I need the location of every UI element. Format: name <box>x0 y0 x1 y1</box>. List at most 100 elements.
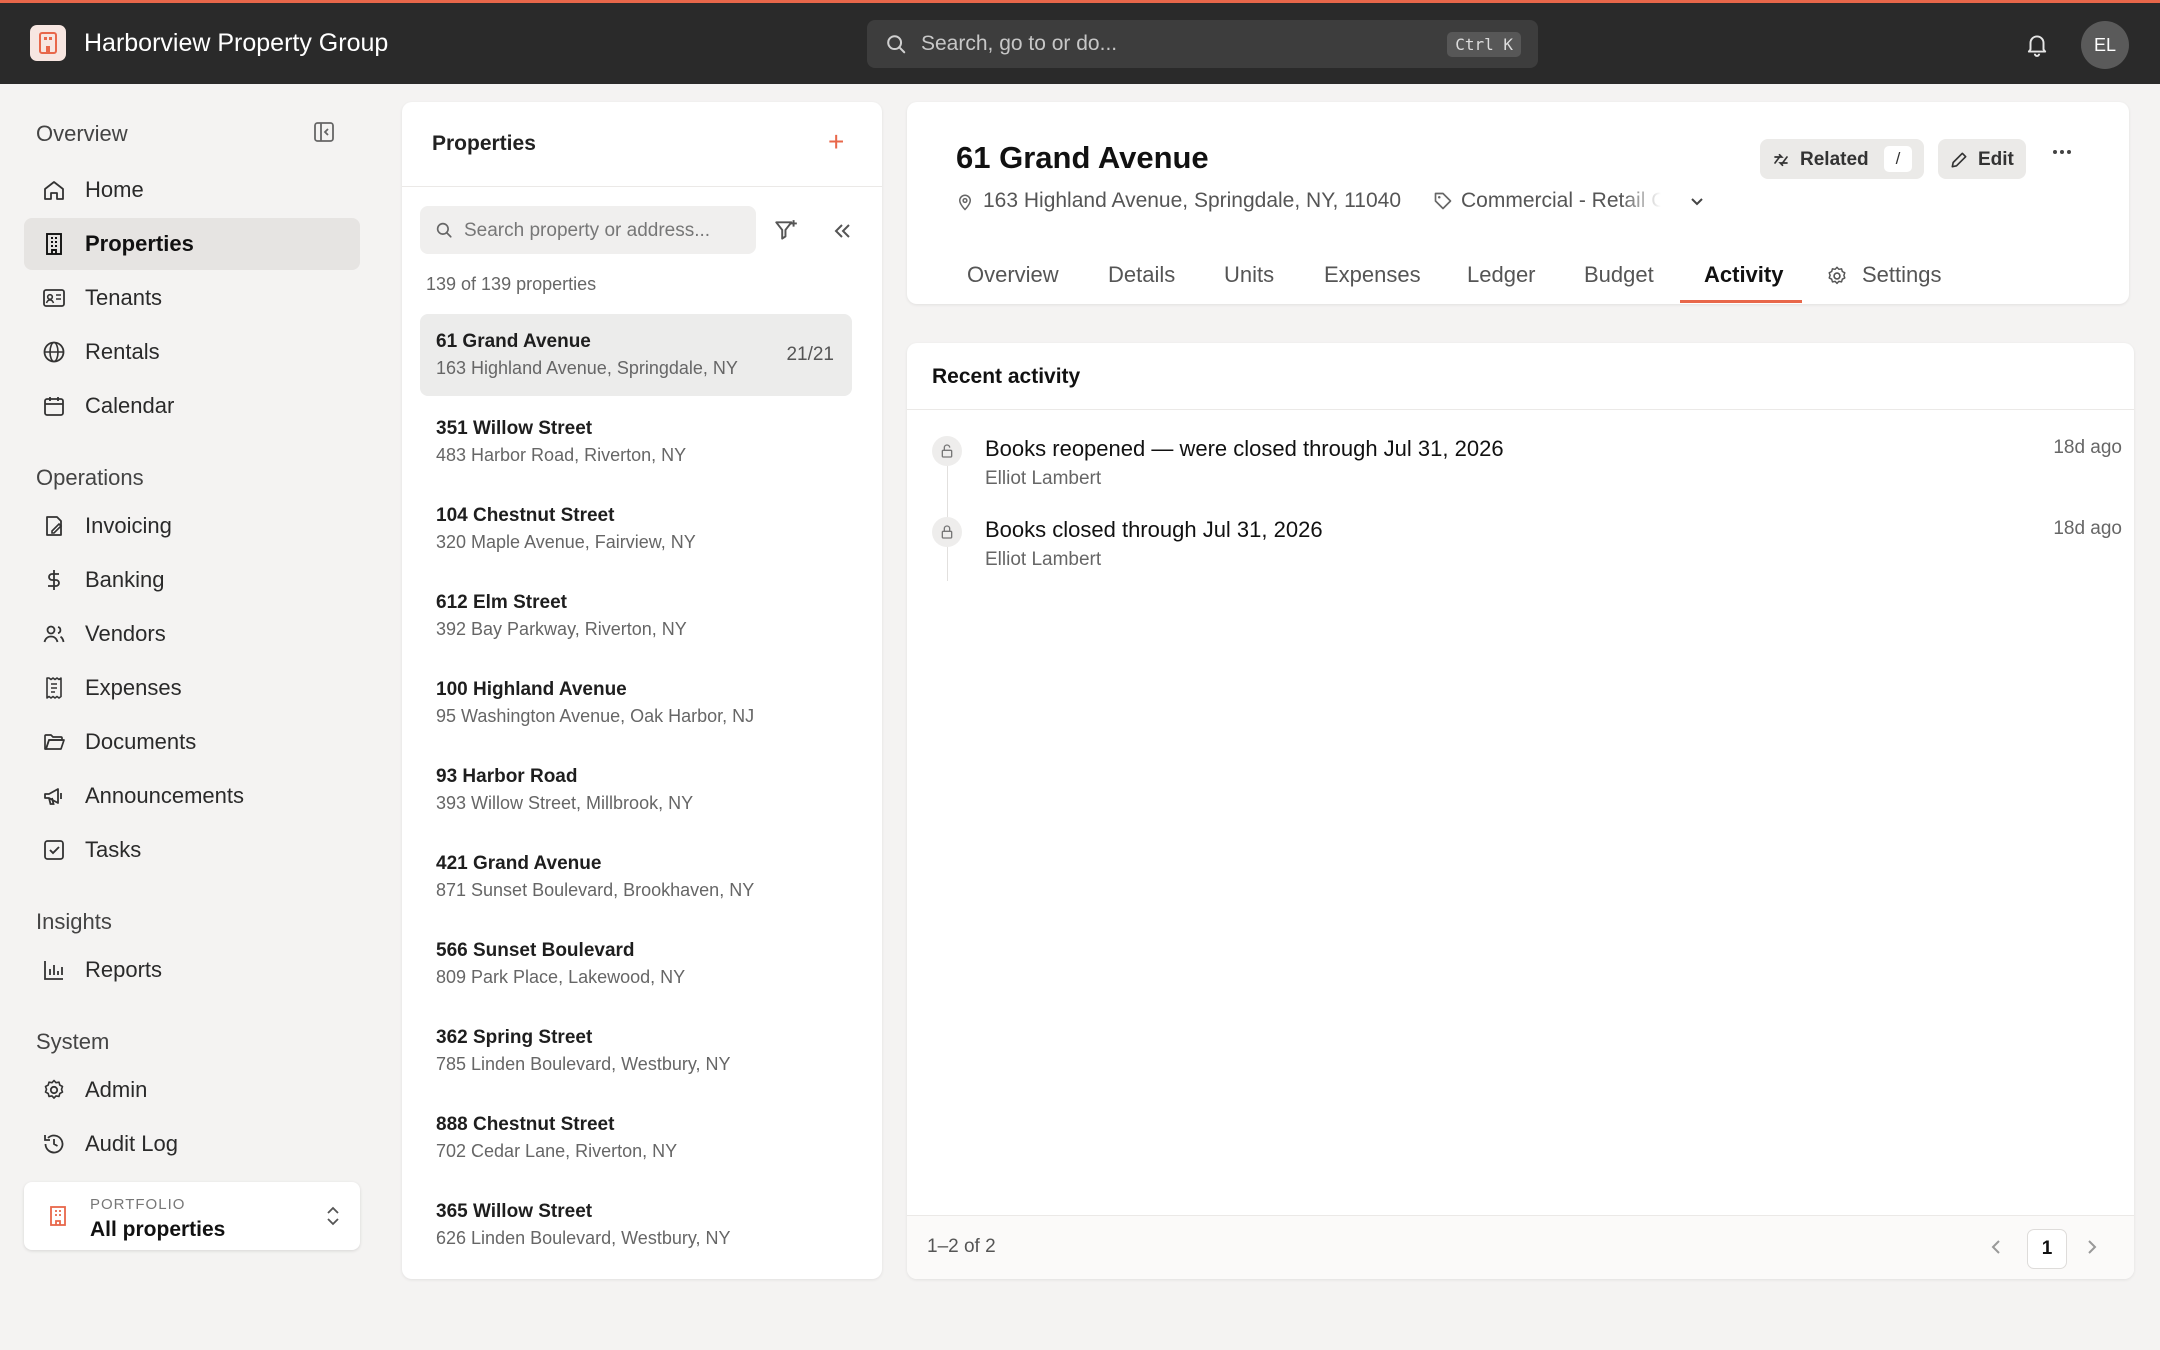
add-property-button[interactable]: + <box>828 128 844 156</box>
property-list-item[interactable]: 104 Chestnut Street 320 Maple Avenue, Fa… <box>420 488 852 570</box>
sidebar-item-home[interactable]: Home <box>24 164 360 216</box>
activity-title: Recent activity <box>932 365 1081 388</box>
property-units: 21/21 <box>786 344 834 365</box>
property-list-item[interactable]: 93 Harbor Road 393 Willow Street, Millbr… <box>420 749 852 831</box>
activity-entry: Books closed through Jul 31, 2026 Elliot… <box>932 517 2122 577</box>
building-icon <box>50 1206 66 1226</box>
property-name: 61 Grand Avenue <box>436 331 591 352</box>
sidebar-item-rentals[interactable]: Rentals <box>24 326 360 378</box>
gear-icon <box>44 1079 64 1099</box>
sidebar-item-label: Audit Log <box>85 1131 178 1156</box>
sidebar-item-label: Announcements <box>85 783 244 808</box>
property-address: 483 Harbor Road, Riverton, NY <box>436 445 687 465</box>
checkbox-icon <box>44 840 64 860</box>
pencil-icon <box>1951 152 1967 168</box>
property-address: 871 Sunset Boulevard, Brookhaven, NY <box>436 880 755 900</box>
property-list-item[interactable]: 100 Highland Avenue 95 Washington Avenue… <box>420 662 852 744</box>
search-shortcut: Ctrl K <box>1447 32 1521 57</box>
sidebar-item-announcements[interactable]: Announcements <box>24 770 360 822</box>
chevron-right-icon[interactable] <box>2085 1238 2099 1256</box>
filter-icon[interactable] <box>773 218 799 244</box>
property-address: 785 Linden Boulevard, Westbury, NY <box>436 1054 731 1074</box>
chevron-up-down-icon <box>327 1206 339 1226</box>
property-search-input[interactable]: Search property or address... <box>420 206 756 254</box>
sidebar-item-tasks[interactable]: Tasks <box>24 824 360 876</box>
folder-icon <box>44 734 65 750</box>
properties-title: Properties <box>432 132 536 155</box>
search-placeholder: Search, go to or do... <box>921 32 1118 55</box>
page-title: 61 Grand Avenue <box>956 140 1209 175</box>
property-list-item[interactable]: 421 Grand Avenue 871 Sunset Boulevard, B… <box>420 836 852 918</box>
sidebar-item-reports[interactable]: Reports <box>24 944 360 996</box>
top-bar: Harborview Property Group Search, go to … <box>0 3 2160 84</box>
logo-icon[interactable] <box>30 25 66 61</box>
tab-activity[interactable]: Activity <box>1704 262 1783 288</box>
avatar[interactable]: EL <box>2081 21 2129 69</box>
sidebar-item-label: Vendors <box>85 621 166 646</box>
sidebar-item-calendar[interactable]: Calendar <box>24 380 360 432</box>
sidebar-item-audit-log[interactable]: Audit Log <box>24 1118 360 1170</box>
portfolio-selector[interactable]: PORTFOLIO All properties <box>24 1182 360 1250</box>
tab-overview[interactable]: Overview <box>967 262 1059 288</box>
property-list-item[interactable]: 362 Spring Street 785 Linden Boulevard, … <box>420 1010 852 1092</box>
portfolio-caption: PORTFOLIO <box>90 1196 186 1213</box>
sidebar: Overview Home Properties Tenants Rentals… <box>0 84 385 1350</box>
property-address: 626 Linden Boulevard, Westbury, NY <box>436 1228 731 1248</box>
tab-units[interactable]: Units <box>1224 262 1274 288</box>
sidebar-item-admin[interactable]: Admin <box>24 1064 360 1116</box>
sidebar-item-tenants[interactable]: Tenants <box>24 272 360 324</box>
tab-expenses[interactable]: Expenses <box>1324 262 1421 288</box>
property-name: 612 Elm Street <box>436 592 567 613</box>
property-list-item[interactable]: 61 Grand Avenue 163 Highland Avenue, Spr… <box>420 314 852 396</box>
property-list-item[interactable]: 365 Willow Street 626 Linden Boulevard, … <box>420 1184 852 1266</box>
sidebar-item-vendors[interactable]: Vendors <box>24 608 360 660</box>
related-button[interactable]: Related / <box>1760 139 1924 179</box>
tab-ledger[interactable]: Ledger <box>1467 262 1536 288</box>
property-type[interactable]: Commercial - Retail Center <box>1461 189 1661 213</box>
sidebar-item-documents[interactable]: Documents <box>24 716 360 768</box>
property-list-item[interactable]: 888 Chestnut Street 702 Cedar Lane, Rive… <box>420 1097 852 1179</box>
sidebar-item-label: Invoicing <box>85 513 172 538</box>
property-address: 702 Cedar Lane, Riverton, NY <box>436 1141 678 1161</box>
chevron-left-icon[interactable] <box>1989 1238 2003 1256</box>
sidebar-item-invoicing[interactable]: Invoicing <box>24 500 360 552</box>
related-icon <box>1774 153 1788 167</box>
tab-settings[interactable]: Settings <box>1862 262 1942 288</box>
property-list-item[interactable]: 566 Sunset Boulevard 809 Park Place, Lak… <box>420 923 852 1005</box>
section-title-system: System <box>36 1029 110 1054</box>
bell-icon[interactable] <box>2024 31 2050 57</box>
property-list-item[interactable]: 351 Willow Street 483 Harbor Road, River… <box>420 401 852 483</box>
sidebar-item-label: Documents <box>85 729 197 754</box>
global-search[interactable]: Search, go to or do... Ctrl K <box>867 20 1538 68</box>
users-icon <box>43 625 65 643</box>
page-number-button[interactable]: 1 <box>2027 1229 2067 1269</box>
sidebar-item-banking[interactable]: Banking <box>24 554 360 606</box>
property-name: 100 Highland Avenue <box>436 679 627 700</box>
bar-chart-icon <box>44 961 63 980</box>
activity-author: Elliot Lambert <box>985 549 1102 570</box>
sidebar-item-label: Expenses <box>85 675 182 700</box>
building-icon <box>46 233 62 255</box>
property-address: 163 Highland Avenue, Springdale, NY, 110… <box>983 189 1402 212</box>
sidebar-item-expenses[interactable]: Expenses <box>24 662 360 714</box>
sidebar-item-label: Tenants <box>85 285 163 310</box>
collapse-panel-icon[interactable] <box>830 220 854 242</box>
section-title-overview: Overview <box>36 121 128 146</box>
property-name: 365 Willow Street <box>436 1201 593 1222</box>
portfolio-value: All properties <box>90 1218 226 1241</box>
more-options-icon[interactable] <box>2051 148 2073 156</box>
search-icon <box>887 35 906 54</box>
tag-icon <box>1434 192 1452 210</box>
sidebar-item-properties[interactable]: Properties <box>24 218 360 270</box>
invoice-icon <box>46 516 63 536</box>
property-address: 809 Park Place, Lakewood, NY <box>436 967 686 987</box>
property-list-item[interactable]: 612 Elm Street 392 Bay Parkway, Riverton… <box>420 575 852 657</box>
property-name: 351 Willow Street <box>436 418 593 439</box>
chevron-down-icon[interactable] <box>1689 196 1705 208</box>
property-search-placeholder: Search property or address... <box>464 220 711 241</box>
edit-button[interactable]: Edit <box>1938 139 2026 179</box>
property-address: 393 Willow Street, Millbrook, NY <box>436 793 694 813</box>
tab-budget[interactable]: Budget <box>1584 262 1654 288</box>
sidebar-collapse-icon[interactable] <box>312 120 336 144</box>
tab-details[interactable]: Details <box>1108 262 1175 288</box>
